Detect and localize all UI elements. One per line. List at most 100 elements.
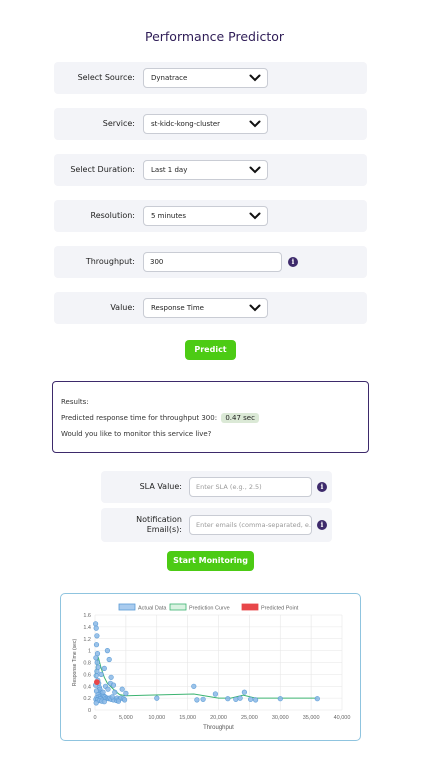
chevron-down-icon	[249, 120, 261, 128]
sla-row: SLA Value: Enter SLA (e.g., 2.5) i	[101, 471, 332, 503]
actual-data-point	[212, 691, 218, 697]
prediction-text: Predicted response time for throughput 3…	[61, 414, 218, 422]
actual-data-point	[101, 665, 107, 671]
resolution-label: Resolution:	[90, 211, 136, 220]
value-label: Value:	[110, 303, 135, 312]
email-label: Notification Email(s):	[136, 515, 182, 535]
actual-data-point	[93, 625, 99, 631]
source-label: Select Source:	[77, 73, 135, 82]
actual-data-point	[104, 647, 111, 654]
chevron-down-icon	[249, 166, 261, 174]
actual-data-point	[121, 697, 128, 703]
sla-label: SLA Value:	[139, 482, 182, 491]
x-tick-label: 0	[93, 715, 96, 721]
actual-data-point	[225, 696, 231, 702]
info-icon[interactable]: i	[288, 257, 298, 267]
actual-data-point	[106, 656, 112, 663]
duration-row: Select Duration: Last 1 day	[54, 154, 367, 186]
actual-data-point	[93, 700, 99, 706]
y-tick-label: 1.6	[83, 613, 91, 619]
chevron-down-icon	[249, 74, 261, 82]
y-tick-label: 1.2	[83, 637, 91, 643]
service-row: Service: st-kidc-kong-cluster	[54, 108, 367, 140]
prediction-line: Predicted response time for throughput 3…	[61, 413, 259, 423]
source-row: Select Source: Dynatrace	[54, 62, 367, 94]
actual-data-point	[314, 696, 320, 702]
actual-data-point	[98, 671, 104, 677]
results-heading: Results:	[61, 398, 89, 406]
legend-label: Prediction Curve	[189, 606, 230, 612]
resolution-row: Resolution: 5 minutes	[54, 200, 367, 232]
email-input[interactable]: Enter emails (comma-separated, e.g.	[189, 515, 312, 535]
throughput-input[interactable]: 300	[143, 252, 282, 272]
y-tick-label: 0.4	[83, 684, 91, 690]
actual-data-point	[248, 696, 254, 702]
prediction-value-badge: 0.47 sec	[221, 413, 259, 423]
actual-data-point	[253, 697, 259, 703]
info-icon[interactable]: i	[317, 520, 327, 530]
actual-data-point	[108, 674, 114, 680]
duration-select[interactable]: Last 1 day	[143, 160, 268, 180]
x-tick-label: 30,000	[272, 715, 289, 721]
actual-data-point	[93, 672, 99, 679]
resolution-select[interactable]: 5 minutes	[143, 206, 268, 226]
x-tick-label: 20,000	[210, 715, 227, 721]
legend-swatch	[169, 603, 187, 611]
service-label: Service:	[102, 119, 135, 128]
actual-data-point	[154, 695, 160, 701]
actual-data-point	[101, 699, 107, 705]
actual-data-point	[119, 686, 125, 692]
actual-data-point	[105, 686, 111, 692]
actual-data-point	[94, 668, 100, 674]
y-tick-label: 0.2	[83, 696, 91, 702]
chart-panel: 0 5,000 10,000 15,000 20,000 25,000 30,000 35,0…	[60, 593, 361, 741]
actual-data-point	[110, 682, 117, 688]
service-value: st-kidc-kong-cluster	[151, 120, 221, 128]
value-selected: Response Time	[151, 304, 204, 312]
x-tick-label: 15,000	[179, 715, 196, 721]
actual-data-point	[94, 633, 100, 639]
predicted-point	[94, 679, 100, 685]
sla-input[interactable]: Enter SLA (e.g., 2.5)	[189, 477, 312, 497]
actual-data-point	[194, 697, 200, 703]
start-monitoring-button[interactable]: Start Monitoring	[167, 551, 254, 571]
email-label-line-1: Notification	[136, 515, 182, 524]
throughput-label: Throughput:	[85, 257, 135, 266]
actual-data-point	[200, 696, 206, 702]
y-tick-label: 1.4	[83, 625, 91, 631]
actual-data-point	[277, 696, 283, 702]
predict-button[interactable]: Predict	[185, 340, 236, 360]
actual-data-point	[100, 689, 106, 695]
y-tick-label: 0.8	[83, 661, 91, 667]
info-icon[interactable]: i	[317, 482, 327, 492]
legend-swatch	[118, 603, 136, 611]
legend-label: Actual Data	[138, 606, 167, 612]
x-axis-title: Throughput	[203, 725, 234, 731]
actual-data-point	[94, 659, 100, 666]
page-title: Performance Predictor	[144, 29, 285, 44]
scatter-chart: 0 5,000 10,000 15,000 20,000 25,000 30,000 35,0…	[72, 603, 351, 731]
actual-data-point	[241, 689, 247, 695]
y-axis-title: Response Time (sec)	[72, 639, 78, 687]
value-select[interactable]: Response Time	[143, 298, 268, 318]
actual-data-point	[115, 698, 122, 704]
actual-data-point	[112, 689, 118, 695]
source-value: Dynatrace	[151, 74, 188, 82]
chevron-down-icon	[249, 304, 261, 312]
chevron-down-icon	[249, 212, 261, 220]
source-select[interactable]: Dynatrace	[143, 68, 268, 88]
x-tick-label: 10,000	[148, 715, 165, 721]
actual-data-point	[191, 683, 197, 689]
x-tick-label: 40,000	[334, 715, 351, 721]
service-select[interactable]: st-kidc-kong-cluster	[143, 114, 268, 134]
x-tick-label: 35,000	[303, 715, 320, 721]
x-tick-label: 5,000	[119, 715, 133, 721]
monitor-question: Would you like to monitor this service l…	[61, 430, 212, 438]
actual-data-point	[123, 690, 129, 696]
y-tick-label: 1	[88, 649, 91, 655]
duration-value: Last 1 day	[151, 166, 188, 174]
actual-data-point	[237, 695, 243, 701]
actual-data-point	[92, 621, 99, 627]
legend-swatch	[241, 603, 259, 611]
resolution-value: 5 minutes	[151, 212, 187, 220]
